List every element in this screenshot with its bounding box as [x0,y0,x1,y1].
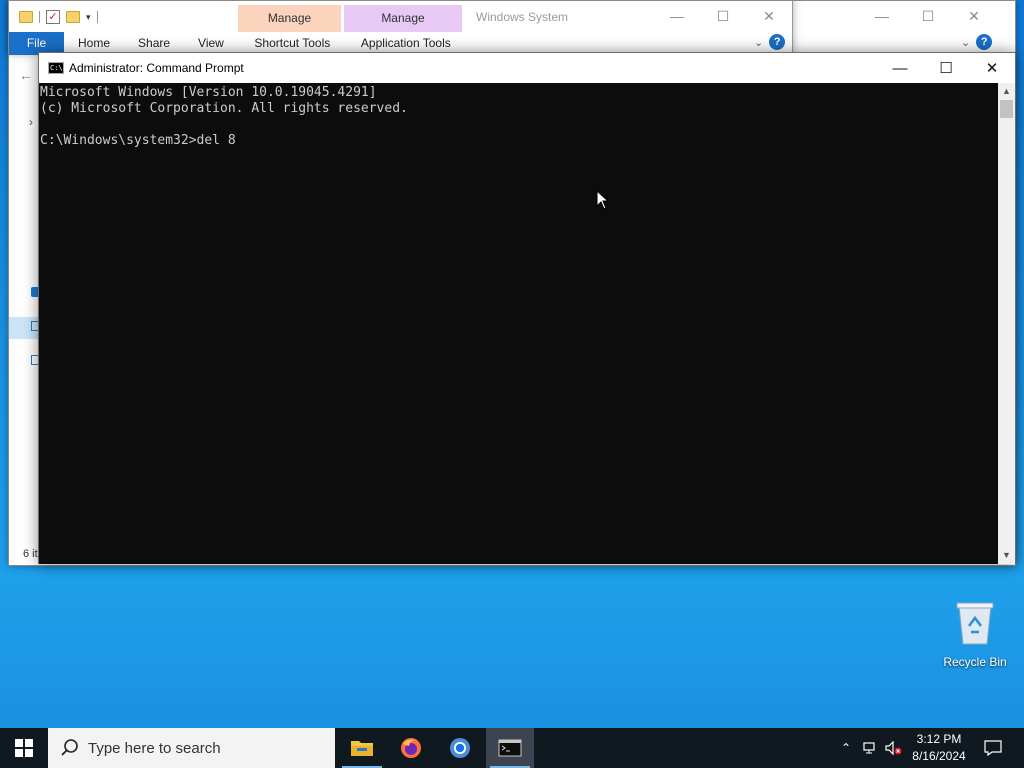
recycle-bin-icon [956,602,994,645]
vertical-scrollbar[interactable]: ▲ ▼ [998,83,1015,564]
taskbar-clock[interactable]: 3:12 PM 8/16/2024 [906,731,972,765]
navigation-pane: ← › [9,55,39,565]
explorer-front-ribbon-right: ⌄ ? [754,34,786,50]
action-center-button[interactable] [978,728,1008,768]
close-icon[interactable]: ✕ [951,3,997,29]
scroll-up-icon[interactable]: ▲ [998,83,1015,100]
command-prompt-icon: C:\ [48,62,64,74]
minimize-icon[interactable]: — [877,53,923,83]
scroll-down-icon[interactable]: ▼ [998,547,1015,564]
console-line: Microsoft Windows [Version 10.0.19045.42… [40,85,377,100]
command-prompt-icon [498,739,522,757]
chevron-down-icon[interactable]: ⌄ [754,36,763,49]
recycle-bin-desktop-icon[interactable]: Recycle Bin [940,600,1010,669]
show-hidden-icons-chevron-up-icon[interactable]: ⌃ [834,728,858,768]
separator [39,11,40,23]
clock-time: 3:12 PM [916,732,962,746]
minimize-icon[interactable]: — [859,3,905,29]
taskbar-firefox[interactable] [387,728,435,768]
taskbar-search-box[interactable]: Type here to search [48,728,335,768]
search-placeholder: Type here to search [88,739,221,757]
cmd-window-title: Administrator: Command Prompt [69,61,244,75]
recycle-bin-label: Recycle Bin [943,655,1007,669]
clock-date: 8/16/2024 [912,749,966,763]
scroll-thumb[interactable] [1000,100,1013,118]
windows-logo-icon [15,739,33,757]
chrome-icon [450,738,470,758]
help-icon[interactable]: ? [769,34,786,50]
console-line: (c) Microsoft Corporation. All rights re… [40,101,408,116]
new-folder-icon[interactable] [66,11,80,23]
file-explorer-icon [351,741,373,756]
explorer-front-window-controls: — ☐ ✕ [654,3,792,29]
customize-dropdown-icon[interactable]: ▾ [86,12,91,23]
notification-icon [984,740,1002,756]
status-bar-item-count: 6 it [23,548,38,560]
volume-muted-icon[interactable] [882,728,906,768]
explorer-back-ribbon-right: ⌄ ? [961,34,993,50]
cmd-window-controls: — ☐ ✕ [877,53,1015,83]
maximize-icon[interactable]: ☐ [905,3,951,29]
start-button[interactable] [0,728,48,768]
network-icon[interactable] [858,728,882,768]
taskbar-chrome[interactable] [436,728,484,768]
chevron-down-icon[interactable]: ⌄ [961,36,970,49]
console-output[interactable]: Microsoft Windows [Version 10.0.19045.42… [39,83,1000,564]
command-prompt-window[interactable]: C:\ Administrator: Command Prompt — ☐ ✕ … [38,52,1016,564]
taskbar-file-explorer[interactable] [338,728,386,768]
maximize-icon[interactable]: ☐ [923,53,969,83]
window-title: Windows System [476,10,569,24]
close-icon[interactable]: ✕ [746,3,792,29]
explorer-window-front[interactable]: ✓ ▾ Manage Manage Windows System — ☐ ✕ F… [8,0,793,55]
firefox-icon [401,738,421,758]
search-icon [61,739,78,756]
help-icon[interactable]: ? [976,34,993,50]
quick-access-toolbar: ✓ ▾ [19,7,98,27]
taskbar-command-prompt[interactable] [486,728,534,768]
chevron-icon[interactable]: › [29,115,33,129]
folder-icon[interactable] [19,11,33,23]
console-line: ​ [40,117,1000,133]
manage-shortcut-context-tab[interactable]: Manage [238,5,341,32]
minimize-icon[interactable]: — [654,3,700,29]
manage-application-context-tab[interactable]: Manage [344,5,462,32]
close-icon[interactable]: ✕ [969,53,1015,83]
back-arrow-icon[interactable]: ← [19,67,33,83]
system-tray: ⌃ [834,728,906,768]
maximize-icon[interactable]: ☐ [700,3,746,29]
separator [96,11,98,23]
mouse-pointer-icon [596,190,610,210]
console-prompt-line[interactable]: C:\Windows\system32>del 8 [40,133,1000,149]
properties-icon[interactable]: ✓ [46,10,60,24]
cmd-titlebar[interactable]: C:\ Administrator: Command Prompt — ☐ ✕ [39,53,1015,83]
taskbar: Type here to search ⌃ 3:12 PM 8/16/2024 [0,728,1024,768]
explorer-back-window-controls: — ☐ ✕ [859,3,997,29]
